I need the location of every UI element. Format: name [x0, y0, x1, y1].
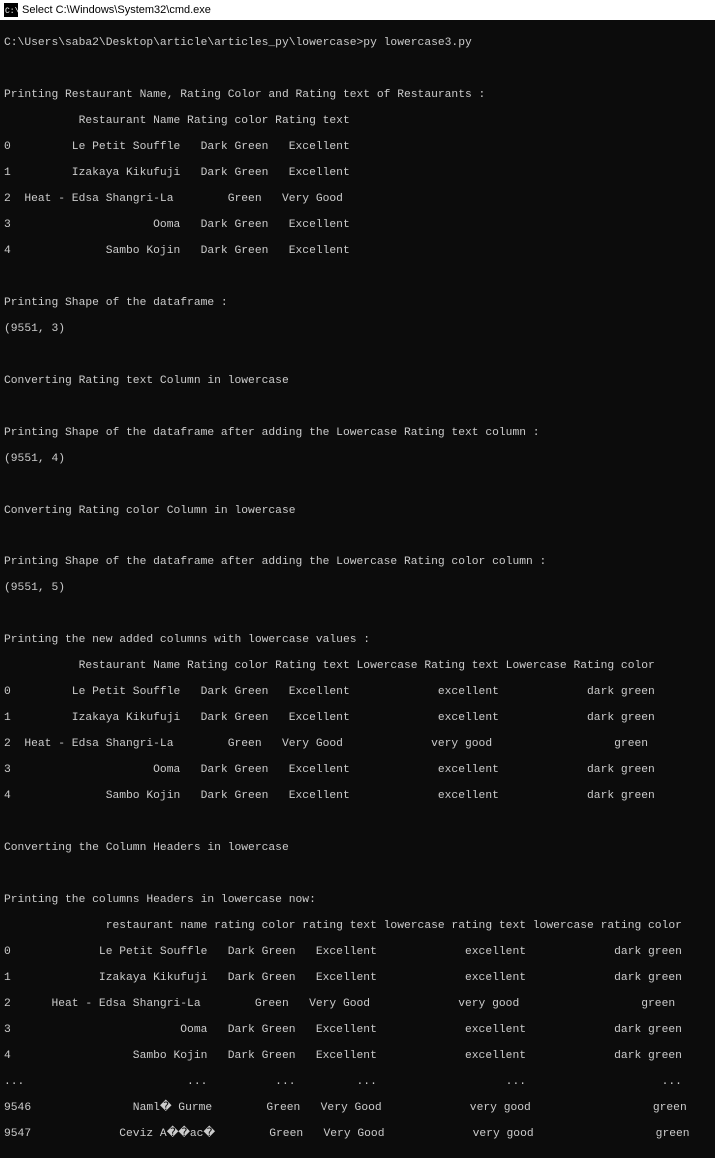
terminal-blank	[4, 349, 711, 362]
terminal-line: (9551, 5)	[4, 582, 711, 595]
terminal-line: 1 Izakaya Kikufuji Dark Green Excellent	[4, 167, 711, 180]
terminal-line: Printing the new added columns with lowe…	[4, 634, 711, 647]
svg-text:C:\: C:\	[5, 7, 18, 16]
terminal-line: 0 Le Petit Souffle Dark Green Excellent	[4, 141, 711, 154]
terminal-blank	[4, 401, 711, 414]
terminal-blank	[4, 479, 711, 492]
cmd-icon: C:\	[4, 3, 18, 17]
title-bar[interactable]: C:\ Select C:\Windows\System32\cmd.exe	[0, 0, 715, 20]
terminal-line: 2 Heat - Edsa Shangri-La Green Very Good	[4, 193, 711, 206]
terminal-line: 4 Sambo Kojin Dark Green Excellent excel…	[4, 790, 711, 803]
terminal-line: Converting the Column Headers in lowerca…	[4, 842, 711, 855]
terminal-line: Printing Restaurant Name, Rating Color a…	[4, 89, 711, 102]
terminal-line: 0 Le Petit Souffle Dark Green Excellent …	[4, 686, 711, 699]
terminal-blank	[4, 63, 711, 76]
terminal-line: 2 Heat - Edsa Shangri-La Green Very Good…	[4, 998, 711, 1011]
terminal-blank	[4, 608, 711, 621]
terminal-line: (9551, 4)	[4, 453, 711, 466]
terminal-line: 0 Le Petit Souffle Dark Green Excellent …	[4, 946, 711, 959]
terminal-line: 3 Ooma Dark Green Excellent	[4, 219, 711, 232]
terminal-line: 9547 Ceviz A��ac� Green Very Good very g…	[4, 1128, 711, 1141]
terminal-line: Converting Rating text Column in lowerca…	[4, 375, 711, 388]
terminal-line: ... ... ... ... ... ...	[4, 1076, 711, 1089]
terminal-blank	[4, 816, 711, 829]
title-bar-text: Select C:\Windows\System32\cmd.exe	[22, 4, 211, 16]
terminal-line: restaurant name rating color rating text…	[4, 920, 711, 933]
terminal-output[interactable]: C:\Users\saba2\Desktop\article\articles_…	[0, 20, 715, 1158]
terminal-blank	[4, 271, 711, 284]
terminal-line: 3 Ooma Dark Green Excellent excellent da…	[4, 1024, 711, 1037]
terminal-line: Printing Shape of the dataframe :	[4, 297, 711, 310]
terminal-line: Restaurant Name Rating color Rating text	[4, 115, 711, 128]
terminal-line: 1 Izakaya Kikufuji Dark Green Excellent …	[4, 712, 711, 725]
terminal-blank	[4, 530, 711, 543]
terminal-line: Printing Shape of the dataframe after ad…	[4, 427, 711, 440]
terminal-line: Restaurant Name Rating color Rating text…	[4, 660, 711, 673]
terminal-line: 4 Sambo Kojin Dark Green Excellent excel…	[4, 1050, 711, 1063]
terminal-line: Printing the columns Headers in lowercas…	[4, 894, 711, 907]
terminal-line: 1 Izakaya Kikufuji Dark Green Excellent …	[4, 972, 711, 985]
terminal-line: C:\Users\saba2\Desktop\article\articles_…	[4, 37, 711, 50]
terminal-line: 2 Heat - Edsa Shangri-La Green Very Good…	[4, 738, 711, 751]
terminal-line: 3 Ooma Dark Green Excellent excellent da…	[4, 764, 711, 777]
terminal-line: Printing Shape of the dataframe after ad…	[4, 556, 711, 569]
terminal-blank	[4, 868, 711, 881]
terminal-line: Converting Rating color Column in lowerc…	[4, 505, 711, 518]
terminal-line: (9551, 3)	[4, 323, 711, 336]
terminal-line: 9546 Naml� Gurme Green Very Good very go…	[4, 1102, 711, 1115]
terminal-line: 4 Sambo Kojin Dark Green Excellent	[4, 245, 711, 258]
